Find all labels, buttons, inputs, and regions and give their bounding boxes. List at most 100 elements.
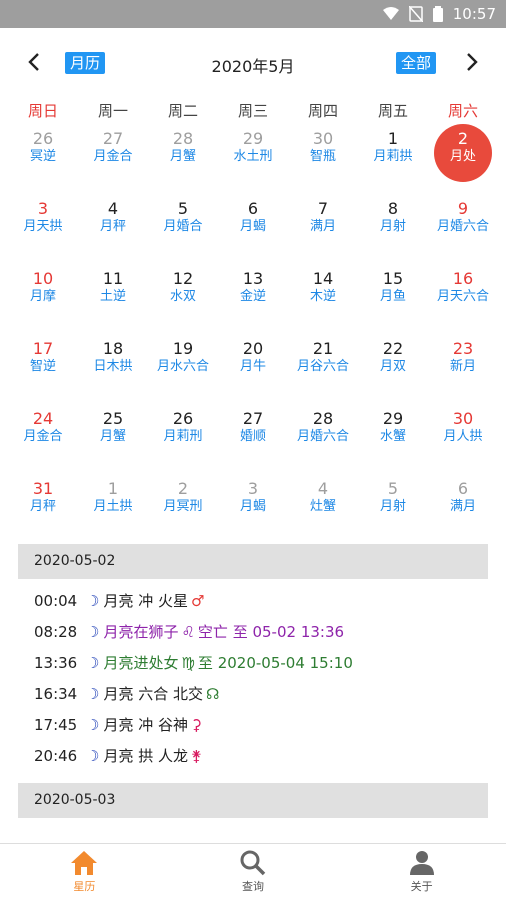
calendar-day[interactable]: 9 月婚六合 (428, 194, 498, 264)
calendar-day[interactable]: 26 月莉刑 (148, 404, 218, 474)
calendar-day[interactable]: 3 月天拱 (8, 194, 78, 264)
calendar-day[interactable]: 6 月蝎 (218, 194, 288, 264)
event-text: 月亮 冲 谷神 (103, 716, 188, 734)
calendar-day[interactable]: 1 月土拱 (78, 474, 148, 544)
calendar-day[interactable]: 14 木逆 (288, 264, 358, 334)
search-icon (240, 850, 266, 876)
filter-all-button[interactable]: 全部 (396, 52, 437, 74)
day-event-text: 日木拱 (93, 359, 133, 374)
day-number: 28 (312, 409, 334, 428)
day-event-text: 满月 (449, 499, 476, 514)
calendar-day[interactable]: 22 月双 (358, 334, 428, 404)
calendar-day[interactable]: 12 水双 (148, 264, 218, 334)
day-event-text: 月蟹 (169, 149, 196, 164)
event-text: 月亮 六合 北交 (103, 685, 203, 703)
day-number: 7 (317, 199, 329, 218)
astro-symbol-icon: ⚵ (191, 746, 202, 765)
day-number: 18 (102, 339, 124, 358)
calendar-day[interactable]: 19 月水六合 (148, 334, 218, 404)
day-event-text: 月蟹 (99, 429, 126, 444)
weekday-label: 周一 (97, 102, 128, 120)
calendar-day[interactable]: 30 月人拱 (428, 404, 498, 474)
day-number: 28 (172, 129, 194, 148)
calendar-day[interactable]: 24 月金合 (8, 404, 78, 474)
event-row[interactable]: 16:34 ☽ 月亮 六合 北交 ☊ (34, 678, 472, 709)
calendar-day[interactable]: 4 月秤 (78, 194, 148, 264)
event-text: 月亮 冲 火星 (103, 592, 188, 610)
calendar-day[interactable]: 26 冥逆 (8, 124, 78, 194)
calendar-day[interactable]: 11 土逆 (78, 264, 148, 334)
event-row[interactable]: 17:45 ☽ 月亮 冲 谷神 ⚳ (34, 709, 472, 740)
day-number: 26 (32, 129, 54, 148)
calendar-day[interactable]: 29 水土刑 (218, 124, 288, 194)
calendar-day[interactable]: 27 月金合 (78, 124, 148, 194)
calendar-day[interactable]: 6 满月 (428, 474, 498, 544)
calendar-day[interactable]: 25 月蟹 (78, 404, 148, 474)
calendar-day[interactable]: 8 月射 (358, 194, 428, 264)
calendar-day[interactable]: 17 智逆 (8, 334, 78, 404)
next-month-button[interactable] (460, 50, 484, 74)
calendar-day[interactable]: 16 月天六合 (428, 264, 498, 334)
calendar-day[interactable]: 3 月蝎 (218, 474, 288, 544)
calendar-day[interactable]: 20 月牛 (218, 334, 288, 404)
day-number: 4 (107, 199, 119, 218)
event-text: 月亮进处女 (103, 654, 179, 672)
calendar-day[interactable]: 15 月鱼 (358, 264, 428, 334)
day-number: 5 (387, 479, 399, 498)
event-time: 16:34 (34, 684, 78, 703)
event-text: 月亮在狮子 (103, 623, 179, 641)
day-event-text: 月水六合 (156, 359, 209, 374)
calendar-day[interactable]: 5 月射 (358, 474, 428, 544)
weekday-label: 周日 (27, 102, 58, 120)
calendar-day[interactable]: 31 月秤 (8, 474, 78, 544)
event-row[interactable]: 00:04 ☽ 月亮 冲 火星 ♂ (34, 585, 472, 616)
weekday-label: 周六 (447, 102, 478, 120)
calendar-day[interactable]: 27 婚顺 (218, 404, 288, 474)
date-section-header: 2020-05-02 (18, 544, 488, 579)
event-text: 月亮 拱 人龙 (103, 747, 188, 765)
event-extra: 空亡 至 05-02 13:36 (197, 623, 345, 641)
calendar-day[interactable]: 28 月蟹 (148, 124, 218, 194)
calendar-day[interactable]: 30 智瓶 (288, 124, 358, 194)
weekday-label: 周四 (307, 102, 338, 120)
day-number: 3 (247, 479, 259, 498)
calendar-day[interactable]: 18 日木拱 (78, 334, 148, 404)
calendar-day[interactable]: 7 满月 (288, 194, 358, 264)
moon-icon: ☽ (86, 715, 100, 734)
day-number: 11 (102, 269, 124, 288)
day-number: 1 (387, 129, 399, 148)
calendar-day[interactable]: 1 月莉拱 (358, 124, 428, 194)
event-time: 20:46 (34, 746, 78, 765)
calendar-day[interactable]: 4 灶蟹 (288, 474, 358, 544)
day-event-text: 智逆 (29, 359, 56, 374)
day-number: 22 (382, 339, 404, 358)
calendar-day[interactable]: 23 新月 (428, 334, 498, 404)
day-number: 30 (452, 409, 474, 428)
event-row[interactable]: 20:46 ☽ 月亮 拱 人龙 ⚵ (34, 740, 472, 771)
moon-icon: ☽ (86, 591, 100, 610)
tab-ephemeris[interactable]: 星历 (0, 844, 169, 900)
day-event-text: 月莉拱 (373, 149, 413, 164)
day-number: 6 (247, 199, 259, 218)
day-event-text: 月鱼 (379, 289, 406, 304)
tab-label: 查询 (241, 880, 264, 893)
day-event-text: 金逆 (239, 289, 266, 304)
day-number: 8 (387, 199, 399, 218)
calendar-day[interactable]: 21 月谷六合 (288, 334, 358, 404)
calendar-day[interactable]: 10 月摩 (8, 264, 78, 334)
tab-search[interactable]: 查询 (169, 844, 338, 900)
tab-about[interactable]: 关于 (337, 844, 506, 900)
event-time: 13:36 (34, 653, 78, 672)
event-row[interactable]: 08:28 ☽ 月亮在狮子 ♌ 空亡 至 05-02 13:36 (34, 616, 472, 647)
calendar-day[interactable]: 2 月冥刑 (148, 474, 218, 544)
status-bar: 10:57 (0, 0, 506, 28)
event-row[interactable]: 13:36 ☽ 月亮进处女 ♍ 至 2020-05-04 15:10 (34, 647, 472, 678)
calendar-day[interactable]: 2 月处 (428, 124, 498, 194)
calendar-day[interactable]: 5 月婚合 (148, 194, 218, 264)
day-event-text: 月天六合 (436, 289, 489, 304)
event-time: 00:04 (34, 591, 78, 610)
moon-icon: ☽ (86, 622, 100, 641)
calendar-day[interactable]: 28 月婚六合 (288, 404, 358, 474)
calendar-day[interactable]: 29 水蟹 (358, 404, 428, 474)
calendar-day[interactable]: 13 金逆 (218, 264, 288, 334)
